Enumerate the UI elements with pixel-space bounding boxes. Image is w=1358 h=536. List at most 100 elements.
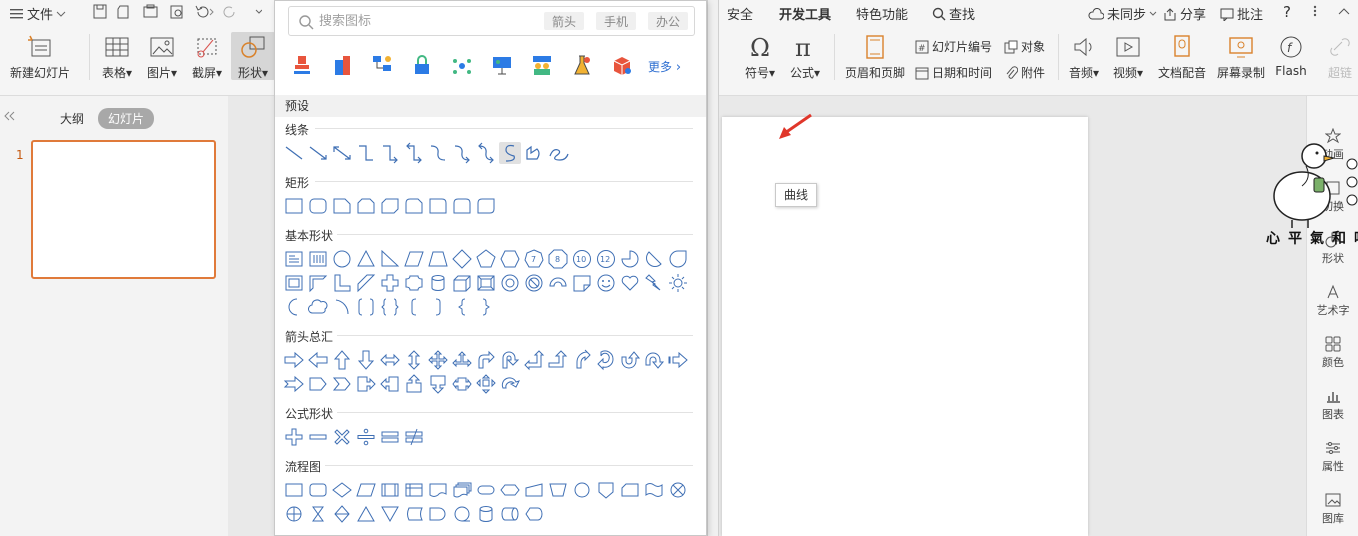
lightning-bolt-shape[interactable]: [643, 272, 665, 294]
header-footer-button[interactable]: 页眉和页脚: [842, 34, 908, 81]
bevel-shape[interactable]: [475, 272, 497, 294]
minus-equation-shape[interactable]: [307, 426, 329, 448]
flowchart-sequential-access-storage-shape[interactable]: [451, 503, 473, 525]
curved-down-arrow-shape[interactable]: [643, 349, 665, 371]
attachment-button[interactable]: 附件: [1004, 64, 1045, 81]
cube-shape[interactable]: [451, 272, 473, 294]
cloud-shape[interactable]: [307, 296, 329, 318]
text-box-shape[interactable]: [283, 248, 305, 270]
tab-slides[interactable]: 幻灯片: [98, 108, 155, 129]
octagon-shape[interactable]: 8: [547, 248, 569, 270]
right-bracket-shape[interactable]: [427, 296, 449, 318]
curved-double-arrow-connector-shape[interactable]: [475, 142, 497, 164]
tab-security[interactable]: 安全: [727, 4, 753, 23]
curved-up-arrow-shape[interactable]: [619, 349, 641, 371]
right-arrow-callout-shape[interactable]: [355, 373, 377, 395]
bent-up-arrow-shape[interactable]: [547, 349, 569, 371]
collapse-ribbon-icon[interactable]: [1338, 7, 1350, 15]
up-arrow-callout-shape[interactable]: [403, 373, 425, 395]
sync-status-button[interactable]: 未同步: [1088, 4, 1157, 23]
triangle-shape[interactable]: [355, 248, 377, 270]
sun-shape[interactable]: [667, 272, 689, 294]
right-arrow-shape[interactable]: [283, 349, 305, 371]
flowchart-summing-junction-shape[interactable]: [667, 479, 689, 501]
network-icon[interactable]: [450, 53, 474, 79]
search-tag-phone[interactable]: 手机: [596, 12, 637, 30]
flowchart-terminator-shape[interactable]: [475, 479, 497, 501]
chevron-shape[interactable]: [331, 373, 353, 395]
package-icon[interactable]: [610, 53, 634, 79]
lock-icon[interactable]: [410, 53, 434, 79]
collapse-panel-icon[interactable]: [4, 111, 16, 121]
frame-shape[interactable]: [283, 272, 305, 294]
flowchart-manual-operation-shape[interactable]: [547, 479, 569, 501]
multiply-equation-shape[interactable]: [331, 426, 353, 448]
icon-search-input[interactable]: [319, 12, 519, 30]
snip-same-side-rectangle-shape[interactable]: [355, 195, 377, 217]
down-arrow-callout-shape[interactable]: [427, 373, 449, 395]
flowchart-offpage-connector-shape[interactable]: [595, 479, 617, 501]
left-bracket-shape[interactable]: [403, 296, 425, 318]
double-brace-shape[interactable]: [379, 296, 401, 318]
hyperlink-button[interactable]: 超链: [1322, 34, 1358, 81]
dodecagon-shape[interactable]: 12: [595, 248, 617, 270]
left-right-arrow-shape[interactable]: [379, 349, 401, 371]
flowchart-stored-data-shape[interactable]: [403, 503, 425, 525]
left-arrow-shape[interactable]: [307, 349, 329, 371]
audio-button[interactable]: 音频▾: [1064, 34, 1104, 81]
flowchart-data-shape[interactable]: [355, 479, 377, 501]
sidebar-item-chart[interactable]: 图表: [1307, 388, 1358, 422]
plus-shape[interactable]: [379, 272, 401, 294]
right-triangle-shape[interactable]: [379, 248, 401, 270]
snip-corner-rectangle-shape[interactable]: [331, 195, 353, 217]
trapezoid-shape[interactable]: [427, 248, 449, 270]
left-right-up-arrow-shape[interactable]: [451, 349, 473, 371]
help-button[interactable]: ?: [1283, 3, 1291, 21]
vertical-text-box-shape[interactable]: [307, 248, 329, 270]
sidebar-item-color[interactable]: 颜色: [1307, 336, 1358, 370]
bent-arrow-shape[interactable]: [475, 349, 497, 371]
circular-arrow-shape[interactable]: [499, 373, 521, 395]
arrow-line-shape[interactable]: [307, 142, 329, 164]
flowchart-predefined-process-shape[interactable]: [379, 479, 401, 501]
panel-scroll-gutter[interactable]: [707, 0, 719, 536]
not-equal-equation-shape[interactable]: [403, 426, 425, 448]
double-bracket-shape[interactable]: [355, 296, 377, 318]
flowchart-display-shape[interactable]: [523, 503, 545, 525]
slide-number-button[interactable]: # 幻灯片编号: [915, 38, 992, 55]
quad-arrow-shape[interactable]: [427, 349, 449, 371]
flowchart-document-shape[interactable]: [427, 479, 449, 501]
object-button[interactable]: 对象: [1004, 38, 1045, 55]
search-tag-office[interactable]: 办公: [648, 12, 689, 30]
slide-page[interactable]: [722, 117, 1088, 536]
quad-arrow-callout-shape[interactable]: [475, 373, 497, 395]
snip-round-rectangle-shape[interactable]: [403, 195, 425, 217]
round-single-corner-rectangle-shape[interactable]: [427, 195, 449, 217]
flowchart-sort-shape[interactable]: [331, 503, 353, 525]
flowchart-manual-input-shape[interactable]: [523, 479, 545, 501]
flash-button[interactable]: f Flash: [1272, 34, 1310, 78]
folded-corner-shape[interactable]: [571, 272, 593, 294]
flowchart-punched-tape-shape[interactable]: [643, 479, 665, 501]
left-arrow-callout-shape[interactable]: [379, 373, 401, 395]
file-menu-button[interactable]: 文件: [10, 4, 66, 23]
left-right-arrow-callout-shape[interactable]: [451, 373, 473, 395]
quick-access-toolbar[interactable]: [92, 4, 262, 20]
diagonal-stripe-shape[interactable]: [355, 272, 377, 294]
arc-shape[interactable]: [331, 296, 353, 318]
teardrop-shape[interactable]: [667, 248, 689, 270]
moon-shape[interactable]: [283, 296, 305, 318]
l-shape[interactable]: [331, 272, 353, 294]
line-shape[interactable]: [283, 142, 305, 164]
flowchart-internal-storage-shape[interactable]: [403, 479, 425, 501]
science-icon[interactable]: [570, 53, 594, 79]
shape-button[interactable]: 形状▾: [231, 32, 275, 80]
date-time-button[interactable]: 日期和时间: [915, 64, 992, 81]
more-options-icon[interactable]: [1310, 5, 1320, 17]
freeform-shape[interactable]: [523, 142, 545, 164]
parallelogram-shape[interactable]: [403, 248, 425, 270]
divide-equation-shape[interactable]: [355, 426, 377, 448]
heptagon-shape[interactable]: 7: [523, 248, 545, 270]
screenshot-button[interactable]: 截屏▾: [187, 34, 227, 81]
tab-developer-tools[interactable]: 开发工具: [779, 4, 831, 23]
